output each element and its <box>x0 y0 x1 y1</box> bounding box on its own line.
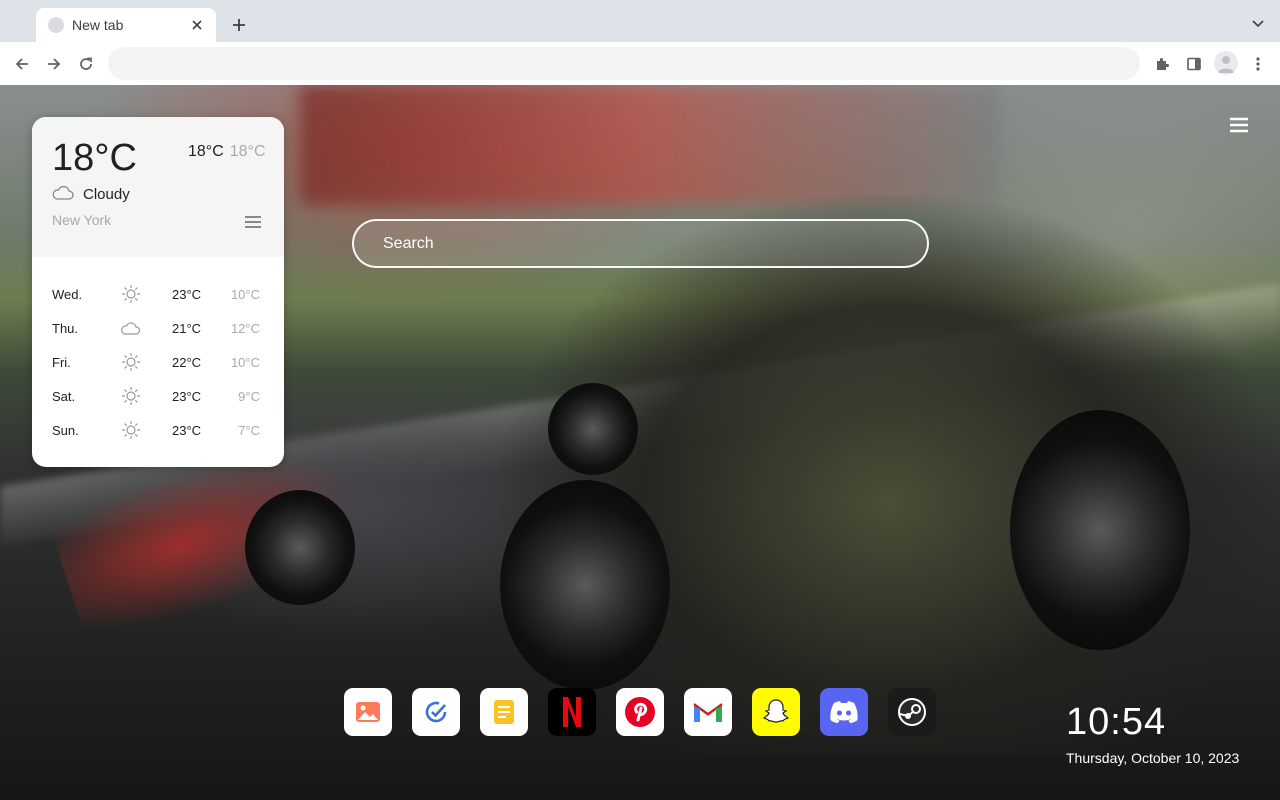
sun-icon <box>122 421 140 439</box>
tab-new-tab[interactable]: New tab <box>36 8 216 42</box>
check-circle-icon <box>425 701 447 723</box>
tasks-app-button[interactable] <box>412 688 460 736</box>
discord-icon <box>830 701 858 723</box>
forecast-row: Sun. 23°C 7°C <box>32 413 284 447</box>
forecast-row: Fri. 22°C 10°C <box>32 345 284 379</box>
close-icon[interactable] <box>188 16 206 34</box>
address-bar[interactable] <box>108 47 1140 80</box>
netflix-icon <box>563 697 581 727</box>
sun-icon <box>122 285 140 303</box>
gmail-icon <box>693 703 723 722</box>
weather-widget: 18°C 18°C 18°C Cloudy New York Wed. 23°C … <box>32 117 284 467</box>
arrow-left-icon <box>15 58 28 70</box>
current-temperature: 18°C <box>52 137 137 179</box>
discord-app-button[interactable] <box>820 688 868 736</box>
search-input[interactable]: Search <box>352 219 929 268</box>
forecast-row: Thu. 21°C 12°C <box>32 311 284 345</box>
weather-current: 18°C 18°C 18°C Cloudy New York <box>32 117 284 257</box>
forward-button[interactable] <box>42 52 66 76</box>
cloud-icon <box>52 185 74 200</box>
notes-app-button[interactable] <box>480 688 528 736</box>
snapchat-ghost-icon <box>762 699 790 723</box>
reload-button[interactable] <box>74 52 98 76</box>
clock-date: Thursday, October 10, 2023 <box>1066 750 1240 766</box>
weather-menu-icon[interactable] <box>243 214 263 230</box>
weather-forecast: Wed. 23°C 10°C Thu. 21°C 12°C Fri. 22°C … <box>32 277 284 447</box>
hamburger-menu-icon[interactable] <box>1230 117 1248 133</box>
netflix-app-button[interactable] <box>548 688 596 736</box>
steam-icon <box>898 698 926 726</box>
forecast-row: Sat. 23°C 9°C <box>32 379 284 413</box>
reload-icon <box>80 57 92 70</box>
tab-favicon-icon <box>48 17 64 33</box>
browser-menu-button[interactable] <box>1246 52 1270 76</box>
sun-icon <box>122 353 140 371</box>
gmail-app-button[interactable] <box>684 688 732 736</box>
more-vert-icon <box>1256 57 1260 71</box>
search-placeholder: Search <box>383 234 434 252</box>
clock-time: 10:54 <box>1066 701 1167 743</box>
puzzle-icon <box>1157 58 1169 70</box>
plus-icon <box>233 19 245 31</box>
browser-toolbar <box>0 42 1280 85</box>
pinterest-icon <box>625 697 655 727</box>
gallery-app-button[interactable] <box>344 688 392 736</box>
weather-condition: Cloudy <box>83 186 130 203</box>
extensions-button[interactable] <box>1150 52 1174 76</box>
new-tab-page: 18°C 18°C 18°C Cloudy New York Wed. 23°C … <box>0 85 1280 800</box>
today-low: 18°C <box>229 143 266 160</box>
today-high: 18°C <box>188 143 224 160</box>
profile-avatar[interactable] <box>1214 51 1238 75</box>
person-icon <box>1218 56 1234 73</box>
weather-city[interactable]: New York <box>52 212 111 228</box>
tab-search-button[interactable] <box>1248 14 1268 34</box>
pinterest-app-button[interactable] <box>616 688 664 736</box>
new-tab-button[interactable] <box>228 14 250 36</box>
cloud-icon <box>121 322 141 335</box>
side-panel-button[interactable] <box>1182 52 1206 76</box>
forecast-row: Wed. 23°C 10°C <box>32 277 284 311</box>
arrow-right-icon <box>48 58 61 70</box>
steam-app-button[interactable] <box>888 688 936 736</box>
sun-icon <box>122 387 140 405</box>
chevron-down-icon <box>1252 20 1264 28</box>
tab-strip: New tab <box>0 0 1280 42</box>
image-icon <box>356 702 380 722</box>
note-icon <box>494 700 514 724</box>
back-button[interactable] <box>10 52 34 76</box>
today-high-low: 18°C 18°C <box>188 143 266 161</box>
side-panel-icon <box>1187 57 1201 71</box>
snapchat-app-button[interactable] <box>752 688 800 736</box>
tab-title: New tab <box>72 17 124 33</box>
